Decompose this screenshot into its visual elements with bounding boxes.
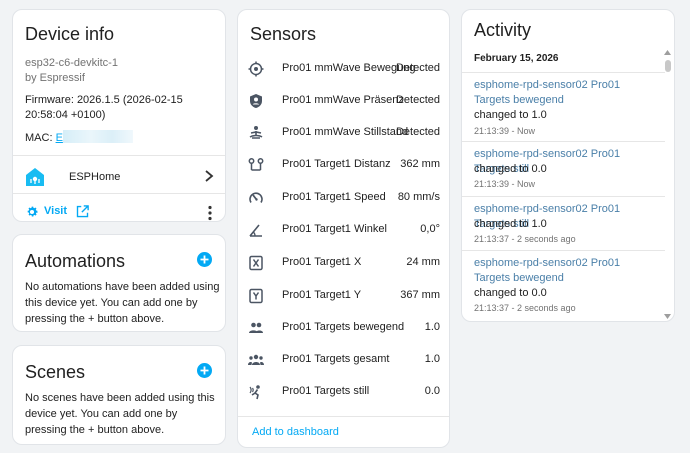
integration-label: ESPHome: [69, 171, 121, 183]
sensor-row-distanz[interactable]: Pro01 Target1 Distanz 362 mm: [238, 149, 449, 181]
sensor-name: Pro01 mmWave Stillstand: [282, 126, 409, 138]
sensor-value: 367 mm: [400, 289, 440, 301]
sensor-value: 80 mm/s: [397, 191, 440, 203]
sensor-value: 0.0: [424, 385, 440, 397]
sensor-name: Pro01 Target1 Winkel: [282, 223, 387, 235]
sensor-row-bewegung[interactable]: Pro01 mmWave Bewegung Detected: [238, 53, 449, 85]
sensor-row-winkel[interactable]: Pro01 Target1 Winkel 0,0°: [238, 214, 449, 246]
scroll-down-arrow-icon[interactable]: [664, 314, 671, 319]
device-info-card: Device info esp32-c6-devkitc-1 by Espres…: [12, 9, 226, 222]
activity-date: February 15, 2026: [474, 53, 559, 64]
activity-entry-title[interactable]: esphome-rpd-sensor02 Pro01 Targets beweg…: [474, 256, 659, 286]
sensor-row-praesenz[interactable]: Pro01 mmWave Präsenz Detected: [238, 85, 449, 117]
device-firmware: Firmware: 2026.1.5 (2026-02-15 20:58:04 …: [25, 94, 183, 121]
meditation-icon: [249, 126, 263, 139]
divider: [462, 196, 665, 197]
motion-crosshair-icon: [248, 61, 264, 77]
sensor-value: 1.0: [424, 353, 440, 365]
activity-entry-time: 21:13:37 - 2 seconds ago: [474, 234, 576, 244]
divider: [462, 250, 665, 251]
scroll-up-arrow-icon[interactable]: [664, 50, 671, 55]
scenes-title: Scenes: [25, 362, 86, 382]
sensor-value: Detected: [395, 94, 440, 106]
device-info-title: Device info: [25, 24, 115, 44]
sensors-title: Sensors: [250, 24, 317, 44]
alpha-x-box-icon: [249, 255, 263, 271]
activity-entry-change: changed to 0.0: [474, 163, 547, 175]
activity-entry-change: changed to 1.0: [474, 218, 547, 230]
sensor-name: Pro01 Target1 Distanz: [282, 158, 391, 170]
account-group-icon: [248, 354, 264, 365]
sensor-row-still[interactable]: Pro01 Targets still 0.0: [238, 376, 449, 408]
automations-empty-text: No automations have been added using thi…: [25, 281, 220, 325]
mac-redacted: [62, 130, 133, 143]
activity-card: Activity February 15, 2026 esphome-rpd-s…: [461, 9, 675, 322]
activity-title: Activity: [474, 20, 532, 40]
sensor-name: Pro01 Target1 Y: [282, 289, 362, 301]
chevron-right-icon: [205, 170, 214, 182]
sensor-value: Detected: [395, 62, 440, 74]
divider: [13, 193, 225, 194]
sensor-name: Pro01 Targets bewegend: [282, 321, 405, 333]
divider: [238, 416, 449, 417]
sensor-value: 1.0: [424, 321, 440, 333]
scenes-empty-text: No scenes have been added using this dev…: [25, 392, 215, 436]
gear-icon: [27, 206, 38, 217]
mac-value[interactable]: E: [56, 132, 63, 144]
sensor-name: Pro01 Targets gesamt: [282, 353, 390, 365]
more-vert-icon[interactable]: [206, 205, 214, 221]
sensor-row-y[interactable]: Pro01 Target1 Y 367 mm: [238, 280, 449, 312]
sensor-row-gesamt[interactable]: Pro01 Targets gesamt 1.0: [238, 344, 449, 376]
sensor-name: Pro01 mmWave Präsenz: [282, 94, 404, 106]
human-wave-icon: [249, 385, 260, 400]
sensor-value: 24 mm: [406, 256, 440, 268]
activity-entry-time: 21:13:39 - Now: [474, 126, 536, 136]
sensor-name: Pro01 Target1 X: [282, 256, 362, 268]
activity-entry-change: changed to 1.0: [474, 109, 547, 121]
device-mac: MAC: E: [25, 130, 133, 144]
integration-esphome-row[interactable]: ESPHome: [25, 166, 215, 190]
shield-account-icon: [250, 94, 262, 108]
sensor-value: 0,0°: [420, 223, 440, 235]
sensor-value: 362 mm: [400, 158, 440, 170]
sensor-row-x[interactable]: Pro01 Target1 X 24 mm: [238, 247, 449, 279]
sensor-value: Detected: [395, 126, 440, 138]
divider: [462, 141, 665, 142]
angle-acute-icon: [249, 224, 262, 237]
add-automation-button[interactable]: [197, 252, 212, 267]
sensor-row-bewegend[interactable]: Pro01 Targets bewegend 1.0: [238, 312, 449, 344]
sensor-name: Pro01 Targets still: [282, 385, 370, 397]
map-marker-distance-icon: [248, 158, 264, 171]
automations-card: Automations No automations have been add…: [12, 234, 226, 332]
plus-icon: [200, 255, 209, 264]
automations-title: Automations: [25, 251, 126, 271]
open-in-new-icon: [76, 205, 89, 218]
mac-label: MAC:: [25, 132, 53, 144]
device-model: esp32-c6-devkitc-1: [25, 57, 118, 69]
scenes-card: Scenes No scenes have been added using t…: [12, 345, 226, 445]
visit-label: Visit: [44, 205, 68, 217]
activity-entry-title[interactable]: esphome-rpd-sensor02 Pro01 Targets beweg…: [474, 78, 659, 108]
sensor-row-stillstand[interactable]: Pro01 mmWave Stillstand Detected: [238, 117, 449, 149]
sensor-row-speed[interactable]: Pro01 Target1 Speed 80 mm/s: [238, 182, 449, 214]
alpha-y-box-icon: [249, 288, 263, 304]
activity-entry-time: 21:13:37 - 2 seconds ago: [474, 303, 576, 313]
esphome-logo-icon: [26, 168, 44, 186]
speedometer-icon: [249, 192, 263, 203]
divider: [13, 155, 225, 156]
add-to-dashboard-button[interactable]: Add to dashboard: [252, 426, 339, 438]
activity-entry-change: changed to 0.0: [474, 287, 547, 299]
sensors-card: Sensors Pro01 mmWave Bewegung Detected P…: [237, 9, 450, 448]
account-multiple-icon: [249, 322, 263, 333]
activity-entry-time: 21:13:39 - Now: [474, 179, 536, 189]
divider: [462, 72, 665, 73]
device-manufacturer: by Espressif: [25, 72, 85, 84]
sensor-name: Pro01 Target1 Speed: [282, 191, 386, 203]
add-scene-button[interactable]: [197, 363, 212, 378]
scrollbar-thumb[interactable]: [665, 60, 671, 72]
plus-icon: [200, 366, 209, 375]
